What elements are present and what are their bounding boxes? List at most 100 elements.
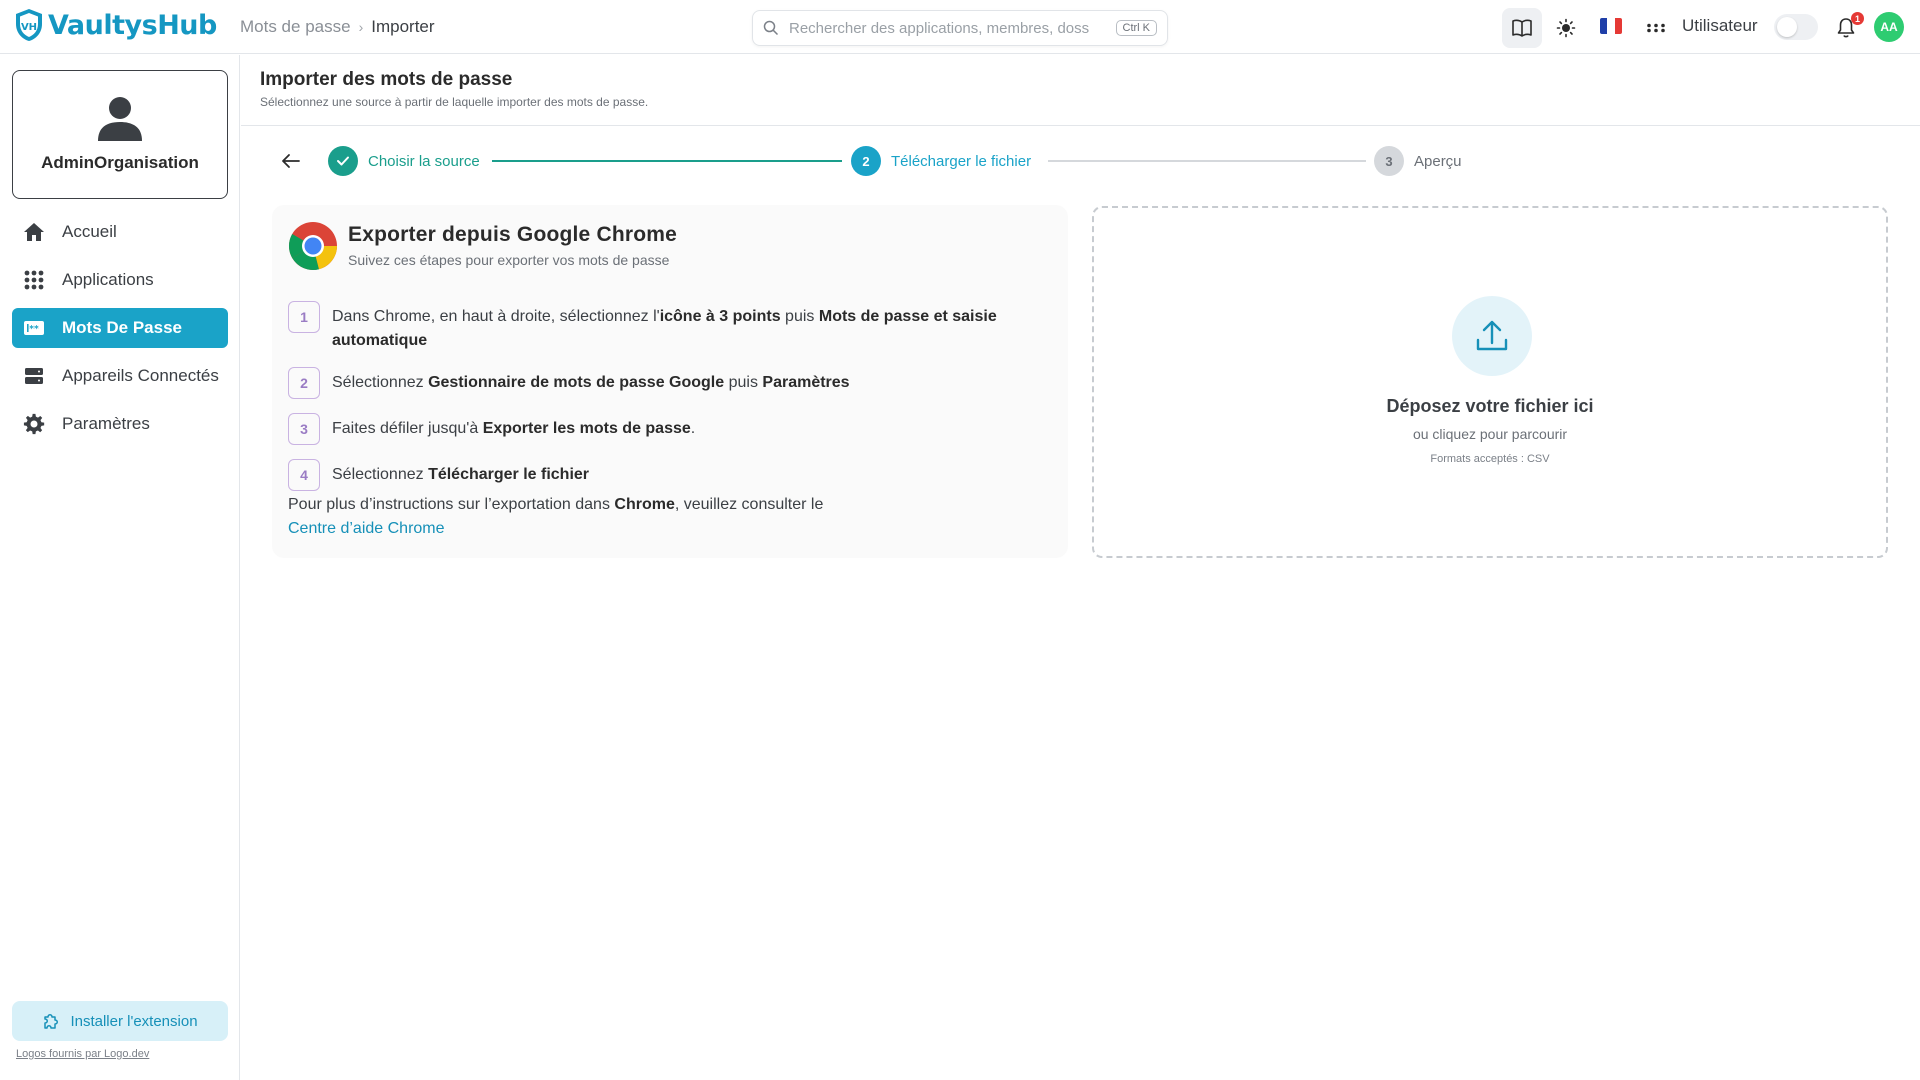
sidebar-nav: Accueil Applications ** Mots De Passe Ap… — [12, 212, 228, 452]
app-name: VaultysHub — [48, 9, 217, 41]
step-text-part: Sélectionnez — [332, 466, 429, 483]
step-3-indicator: 3 — [1374, 146, 1404, 176]
instructions-title: Exporter depuis Google Chrome — [348, 223, 678, 246]
shortcut-hint: Ctrl K — [1115, 20, 1157, 36]
search-bar[interactable]: Ctrl K — [752, 10, 1168, 46]
help-note: Pour plus d’instructions sur l’exportati… — [288, 493, 988, 541]
instruction-step: 3 Faites défiler jusqu'à Exporter les mo… — [288, 413, 1048, 445]
breadcrumb-current: Importer — [371, 17, 435, 36]
puzzle-icon — [44, 1014, 59, 1029]
step-text-bold: Exporter les mots de passe — [482, 420, 691, 437]
step-text-part: Dans Chrome, en haut à droite, sélection… — [332, 308, 660, 325]
user-mode-label: Utilisateur — [1682, 16, 1758, 35]
install-extension-button[interactable]: Installer l'extension — [12, 1001, 228, 1041]
instruction-step: 4 Sélectionnez Télécharger le fichier — [288, 459, 1048, 491]
dropzone-subtitle: ou cliquez pour parcourir — [1412, 426, 1568, 442]
logos-credit-link[interactable]: Logos fournis par Logo.dev — [16, 1048, 149, 1060]
breadcrumb: Mots de passe › Importer — [240, 17, 435, 37]
step-text-part: . — [690, 420, 696, 437]
logo-badge-text: VH — [21, 22, 37, 33]
upload-icon-circle — [1452, 296, 1532, 376]
notification-badge: 1 — [1851, 12, 1864, 25]
avatar[interactable]: AA — [1874, 12, 1904, 42]
app-logo[interactable]: VH VaultysHub — [14, 8, 217, 42]
instruction-step: 1 Dans Chrome, en haut à droite, sélecti… — [288, 301, 1048, 353]
search-input[interactable] — [789, 19, 1109, 37]
step-2-indicator: 2 — [851, 146, 881, 176]
sidebar-item-mots-de-passe[interactable]: ** Mots De Passe — [12, 308, 228, 348]
password-icon: ** — [20, 314, 48, 342]
step-text-part: puis — [724, 374, 763, 391]
search-icon — [763, 20, 779, 36]
step-text: Dans Chrome, en haut à droite, sélection… — [332, 301, 1032, 353]
book-icon — [1512, 19, 1532, 37]
sidebar-item-label: Paramètres — [62, 414, 150, 433]
user-mode-toggle[interactable] — [1774, 14, 1818, 40]
help-note-bold: Chrome — [614, 496, 675, 513]
dropzone-formats: Formats acceptés : CSV — [1430, 453, 1550, 465]
user-icon — [98, 97, 142, 141]
install-extension-label: Installer l'extension — [70, 1012, 198, 1030]
step-text-bold: icône à 3 points — [659, 308, 781, 325]
back-button[interactable] — [280, 150, 302, 177]
check-icon — [337, 156, 349, 166]
chevron-right-icon: › — [358, 19, 364, 35]
sidebar-item-accueil[interactable]: Accueil — [12, 212, 228, 252]
file-dropzone[interactable]: Déposez votre fichier ici ou cliquez pou… — [1092, 206, 1888, 558]
gear-icon — [20, 410, 48, 438]
docs-button[interactable] — [1502, 8, 1542, 48]
chrome-help-link[interactable]: Centre d’aide Chrome — [288, 520, 445, 537]
breadcrumb-parent[interactable]: Mots de passe — [240, 17, 351, 37]
instruction-step: 2 Sélectionnez Gestionnaire de mots de p… — [288, 367, 1048, 399]
page-title: Importer des mots de passe — [260, 69, 513, 90]
sidebar-item-label: Accueil — [62, 222, 117, 241]
step-number: 3 — [288, 413, 320, 445]
step-text: Faites défiler jusqu'à Exporter les mots… — [332, 413, 695, 441]
sidebar-item-label: Appareils Connectés — [62, 366, 219, 385]
step-text-part: puis — [780, 308, 819, 325]
step-number: 1 — [288, 301, 320, 333]
dots-menu-icon — [1647, 23, 1665, 33]
step-text: Sélectionnez Gestionnaire de mots de pas… — [332, 367, 850, 395]
chrome-instructions-card: Exporter depuis Google Chrome Suivez ces… — [272, 205, 1068, 558]
sidebar-item-appareils[interactable]: Appareils Connectés — [12, 356, 228, 396]
step-connector-1 — [492, 160, 842, 162]
step-1-done-indicator — [328, 146, 358, 176]
step-number: 2 — [288, 367, 320, 399]
upload-icon — [1476, 320, 1508, 351]
arrow-left-icon — [282, 154, 300, 168]
shield-logo-icon: VH — [16, 9, 42, 41]
step-text-bold: Gestionnaire de mots de passe Google — [428, 374, 725, 391]
step-text-bold: Paramètres — [762, 374, 850, 391]
sidebar-item-applications[interactable]: Applications — [12, 260, 228, 300]
instructions-subtitle: Suivez ces étapes pour exporter vos mots… — [348, 252, 670, 268]
page-subtitle: Sélectionnez une source à partir de laqu… — [260, 95, 649, 109]
sidebar-item-label: Mots De Passe — [62, 318, 182, 337]
step-number: 4 — [288, 459, 320, 491]
more-menu-button[interactable] — [1636, 8, 1676, 48]
sidebar: AdminOrganisation Accueil Applications *… — [0, 55, 240, 1080]
chrome-logo-icon — [288, 222, 337, 270]
help-note-tail: , veuillez consulter le — [674, 496, 824, 513]
instructions-steps: 1 Dans Chrome, en haut à droite, sélecti… — [288, 301, 1048, 505]
theme-toggle-button[interactable] — [1546, 8, 1586, 48]
step-3-label[interactable]: Aperçu — [1414, 153, 1462, 170]
step-1-label[interactable]: Choisir la source — [368, 153, 480, 170]
page-header: Importer des mots de passe Sélectionnez … — [241, 55, 1920, 126]
sun-icon — [1556, 18, 1576, 38]
sidebar-item-label: Applications — [62, 270, 154, 289]
help-note-text: Pour plus d’instructions sur l’exportati… — [288, 496, 615, 513]
sidebar-item-parametres[interactable]: Paramètres — [12, 404, 228, 444]
devices-icon — [20, 362, 48, 390]
svg-text:**: ** — [29, 325, 39, 335]
home-icon — [20, 218, 48, 246]
flag-fr-icon[interactable] — [1600, 18, 1622, 34]
step-2-label[interactable]: Télécharger le fichier — [891, 153, 1031, 170]
step-connector-2 — [1048, 160, 1366, 162]
grid-icon — [20, 266, 48, 294]
step-text-part: Sélectionnez — [332, 374, 429, 391]
step-text-bold: Télécharger le fichier — [428, 466, 590, 483]
step-text: Sélectionnez Télécharger le fichier — [332, 459, 589, 487]
top-bar: VH VaultysHub Mots de passe › Importer C… — [0, 0, 1920, 54]
profile-card[interactable]: AdminOrganisation — [12, 70, 228, 199]
